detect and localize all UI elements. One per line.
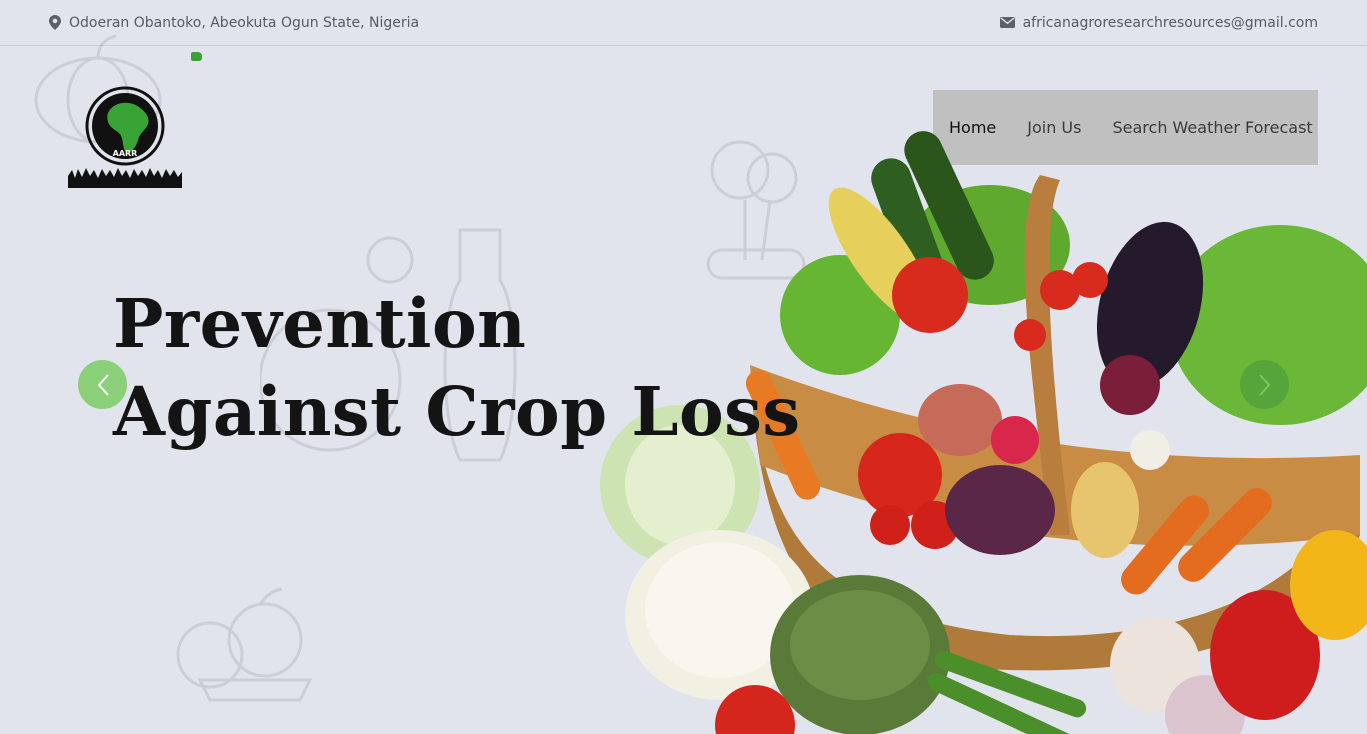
site-logo[interactable]: AARR xyxy=(66,84,186,192)
email-text[interactable]: africanagroresearchresources@gmail.com xyxy=(1023,15,1318,31)
email-info[interactable]: africanagroresearchresources@gmail.com xyxy=(999,15,1318,31)
address-info: Odoeran Obantoko, Abeokuta Ogun State, N… xyxy=(49,15,419,31)
hero-title-line2: Against Crop Loss xyxy=(113,372,801,451)
hero-title-line1: Prevention xyxy=(113,284,527,363)
address-text: Odoeran Obantoko, Abeokuta Ogun State, N… xyxy=(69,14,420,31)
chevron-left-icon xyxy=(97,373,109,396)
chevron-right-icon xyxy=(1258,373,1270,396)
hero-title: Prevention Against Crop Loss xyxy=(113,280,801,456)
fruits-doodle-icon xyxy=(176,587,313,702)
envelope-icon xyxy=(999,17,1015,28)
green-dot-icon xyxy=(191,52,202,61)
logo-initials: AARR xyxy=(113,149,138,158)
top-info-bar: Odoeran Obantoko, Abeokuta Ogun State, N… xyxy=(0,0,1367,46)
map-pin-icon xyxy=(49,15,61,30)
carousel-prev-button[interactable] xyxy=(78,360,127,409)
carousel-next-button[interactable] xyxy=(1240,360,1289,409)
